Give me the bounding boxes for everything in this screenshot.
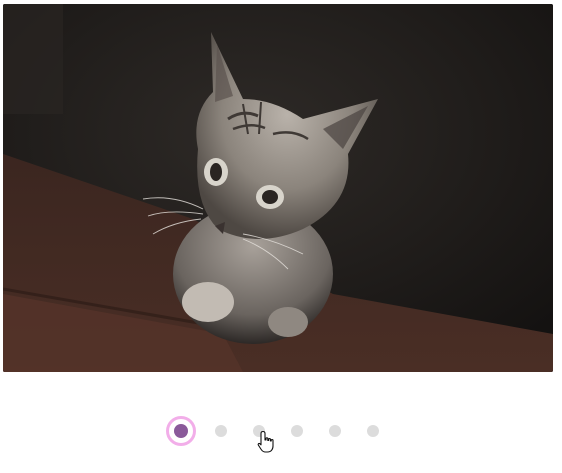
kitten-photo bbox=[3, 4, 553, 372]
pagination-dot-5[interactable] bbox=[329, 425, 341, 437]
carousel-pagination bbox=[0, 416, 562, 446]
pagination-dot-6[interactable] bbox=[367, 425, 379, 437]
pagination-dot-1[interactable] bbox=[174, 424, 188, 438]
carousel bbox=[0, 0, 562, 473]
carousel-slide[interactable] bbox=[3, 4, 553, 372]
pagination-dot-2[interactable] bbox=[215, 425, 227, 437]
pagination-dot-4[interactable] bbox=[291, 425, 303, 437]
pointer-hand-icon bbox=[257, 430, 274, 453]
